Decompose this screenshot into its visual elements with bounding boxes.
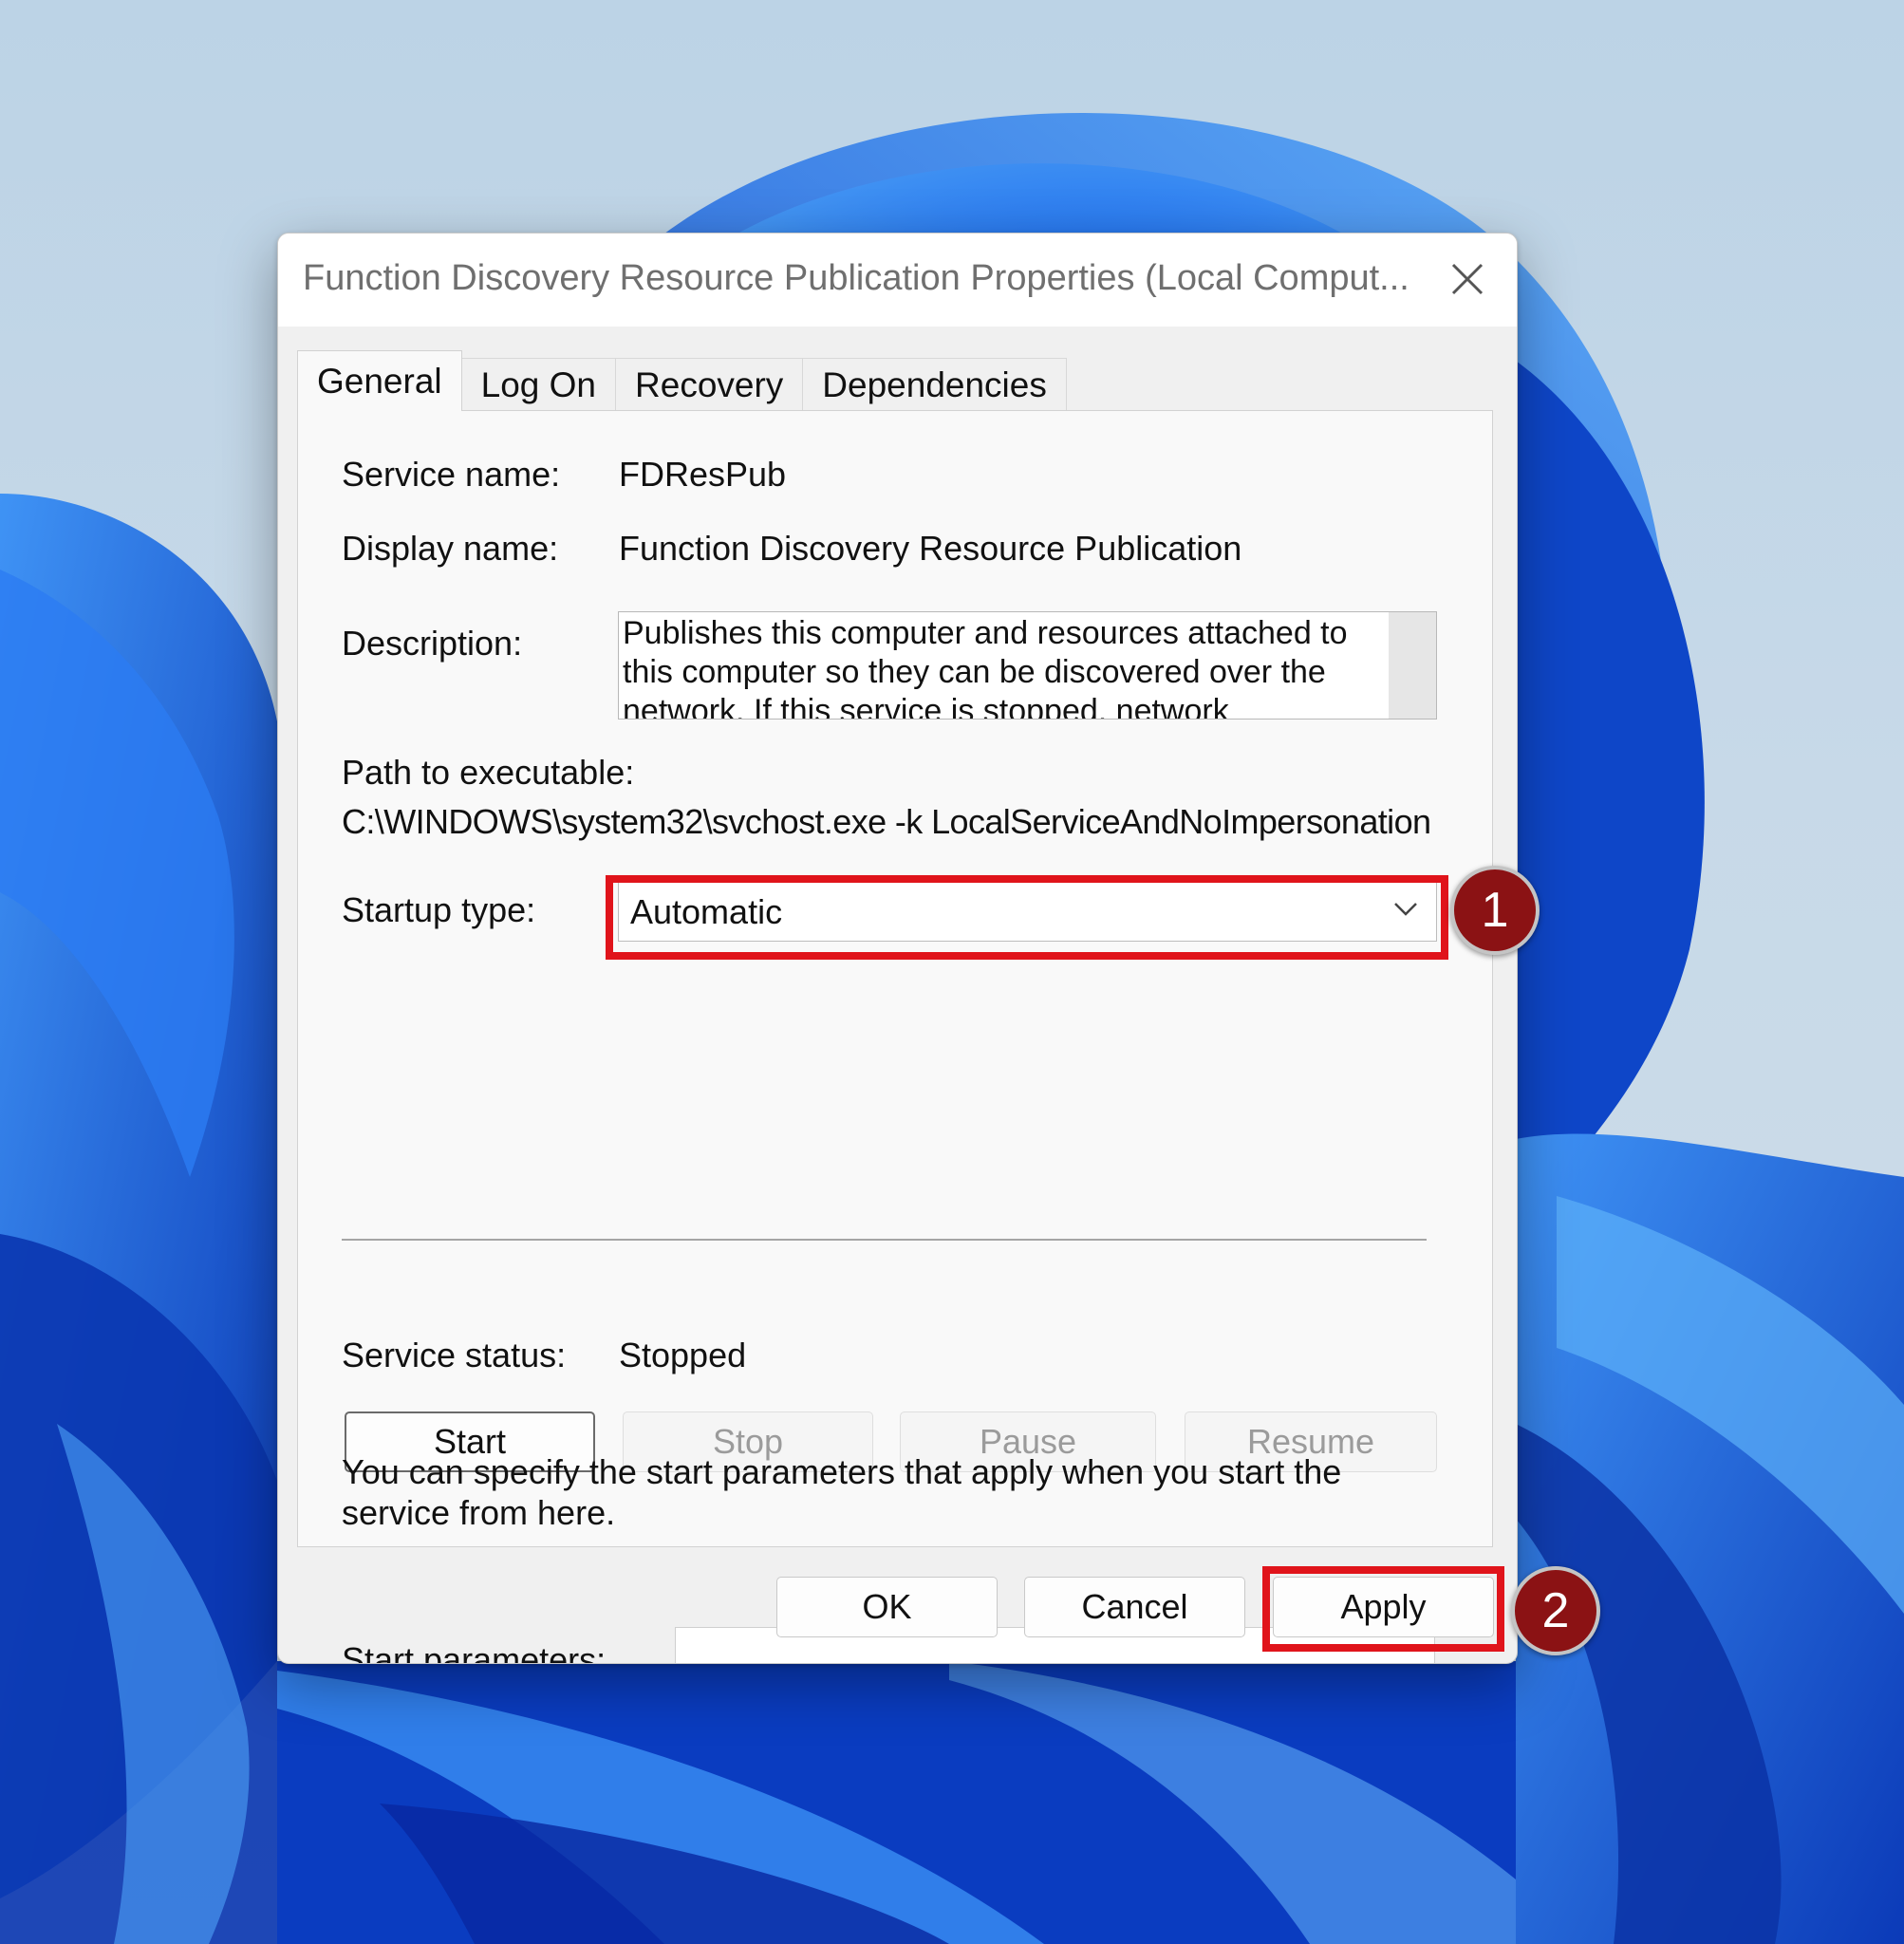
start-parameters-label: Start parameters: xyxy=(342,1640,607,1664)
description-box[interactable]: Publishes this computer and resources at… xyxy=(618,611,1437,720)
path-value: C:\WINDOWS\system32\svchost.exe -k Local… xyxy=(342,802,1431,841)
display-name-value: Function Discovery Resource Publication xyxy=(619,529,1242,568)
tab-dependencies[interactable]: Dependencies xyxy=(802,358,1067,411)
step-marker-1: 1 xyxy=(1450,866,1540,955)
description-scrollbar[interactable] xyxy=(1389,612,1436,719)
startup-type-label: Startup type: xyxy=(342,890,536,929)
apply-button[interactable]: Apply xyxy=(1273,1577,1494,1637)
cancel-button[interactable]: Cancel xyxy=(1024,1577,1245,1637)
display-name-label: Display name: xyxy=(342,529,559,568)
tab-recovery[interactable]: Recovery xyxy=(615,358,804,411)
close-button[interactable] xyxy=(1445,256,1490,302)
section-divider xyxy=(342,1239,1427,1241)
description-label: Description: xyxy=(342,624,523,663)
step-marker-2: 2 xyxy=(1511,1566,1600,1655)
service-status-label: Service status: xyxy=(342,1336,567,1374)
service-name-label: Service name: xyxy=(342,455,561,494)
tab-log-on[interactable]: Log On xyxy=(460,358,617,411)
path-label: Path to executable: xyxy=(342,753,635,792)
startup-type-value: Automatic xyxy=(630,892,783,931)
ok-button[interactable]: OK xyxy=(776,1577,998,1637)
dialog-title: Function Discovery Resource Publication … xyxy=(303,258,1409,298)
tab-strip: General Log On Recovery Dependencies xyxy=(297,350,1067,411)
general-tab-panel: Service name: FDResPub Display name: Fun… xyxy=(297,410,1493,1663)
tab-general[interactable]: General xyxy=(297,350,462,411)
service-name-value: FDResPub xyxy=(619,455,787,494)
start-parameters-note: You can specify the start parameters tha… xyxy=(342,1452,1342,1532)
title-bar[interactable]: Function Discovery Resource Publication … xyxy=(278,234,1517,327)
chevron-down-icon xyxy=(1394,903,1417,916)
close-icon xyxy=(1451,263,1484,295)
service-status-value: Stopped xyxy=(619,1336,747,1374)
service-properties-dialog: Function Discovery Resource Publication … xyxy=(277,233,1518,1664)
startup-type-dropdown[interactable]: Automatic xyxy=(618,879,1437,942)
description-text: Publishes this computer and resources at… xyxy=(623,615,1348,720)
